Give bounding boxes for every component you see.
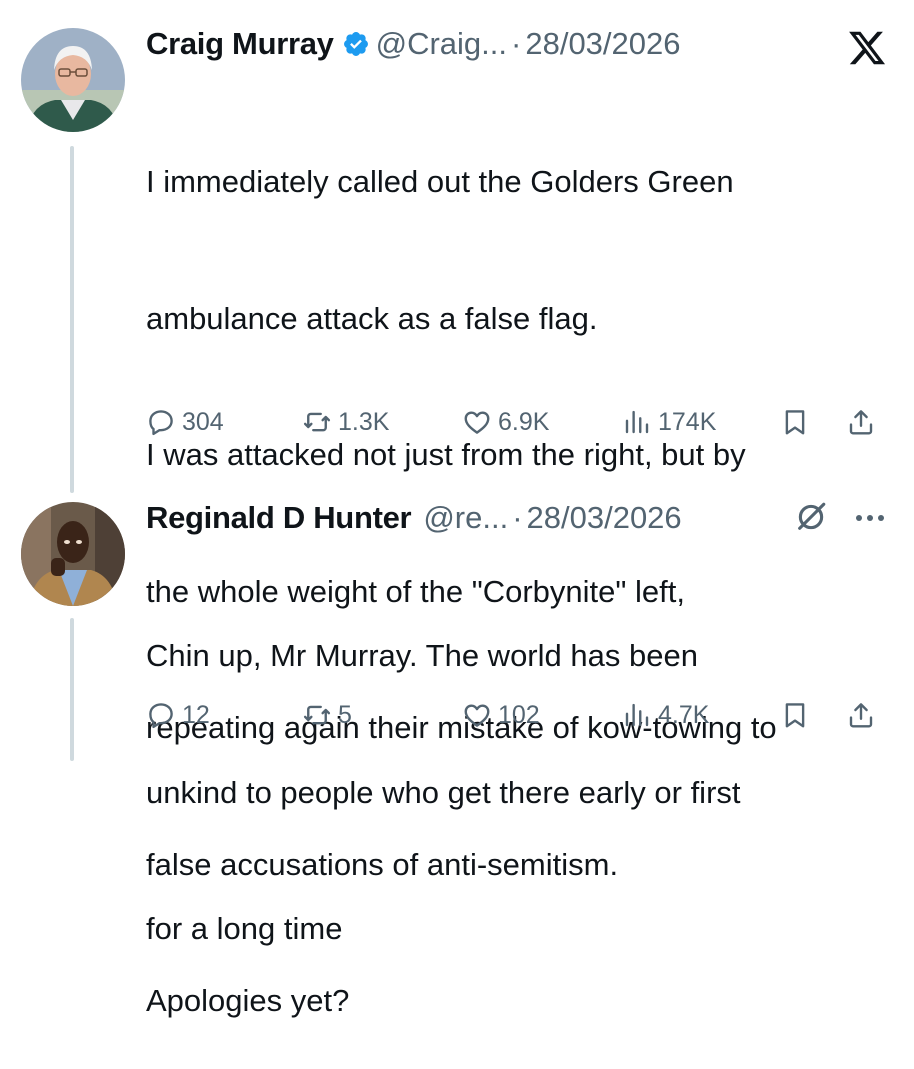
- verified-badge-icon: [343, 32, 368, 56]
- views-button[interactable]: 174K: [622, 402, 716, 442]
- tweet-date[interactable]: 28/03/2026: [525, 26, 680, 62]
- tweet-text-line: unkind to people who get there early or …: [146, 774, 741, 810]
- share-button[interactable]: [846, 695, 882, 735]
- repost-button[interactable]: 1.3K: [302, 402, 389, 442]
- thread-line-top: [70, 146, 74, 493]
- share-button[interactable]: [846, 402, 882, 442]
- reply-count: 304: [182, 407, 224, 436]
- tweet-text-line: Chin up, Mr Murray. The world has been: [146, 638, 698, 673]
- separator-dot: ·: [511, 26, 522, 61]
- grok-icon[interactable]: [794, 500, 828, 534]
- bookmark-icon: [785, 703, 805, 728]
- repost-count: 1.3K: [338, 407, 390, 436]
- views-icon: [625, 410, 649, 434]
- tweet-text-line: for a long time: [146, 911, 343, 946]
- more-icon[interactable]: [850, 505, 890, 531]
- views-count: 174K: [658, 407, 717, 436]
- reply-icon: [149, 703, 173, 729]
- like-count: 102: [498, 700, 540, 729]
- views-count: 4.7K: [658, 700, 710, 729]
- thread-line-bottom: [70, 618, 74, 761]
- avatar[interactable]: [21, 502, 125, 606]
- views-button[interactable]: 4.7K: [622, 695, 709, 735]
- share-icon: [849, 410, 873, 435]
- bookmark-button[interactable]: [780, 695, 816, 735]
- author-name[interactable]: Reginald D Hunter: [146, 500, 412, 536]
- tweet-text-line: ambulance attack as a false flag.: [146, 300, 598, 336]
- tweet-text-line: I immediately called out the Golders Gre…: [146, 164, 734, 199]
- separator-dot: ·: [512, 500, 523, 535]
- bookmark-icon: [785, 410, 805, 435]
- like-icon: [464, 411, 490, 434]
- author-name[interactable]: Craig Murray: [146, 26, 334, 62]
- author-handle[interactable]: @re...: [423, 500, 508, 536]
- avatar[interactable]: [21, 28, 125, 132]
- like-button[interactable]: 102: [462, 695, 540, 735]
- reply-icon: [149, 410, 173, 436]
- repost-button[interactable]: 5: [302, 695, 352, 735]
- repost-count: 5: [338, 700, 352, 729]
- repost-icon: [303, 705, 331, 725]
- bookmark-button[interactable]: [780, 402, 816, 442]
- x-logo-icon: [849, 31, 886, 65]
- reply-button[interactable]: 12: [146, 695, 210, 735]
- like-icon: [464, 704, 490, 727]
- tweet-date[interactable]: 28/03/2026: [527, 500, 682, 536]
- like-button[interactable]: 6.9K: [462, 402, 549, 442]
- action-bar: 12 5 102 4.7K: [146, 695, 896, 735]
- reply-button[interactable]: 304: [146, 402, 224, 442]
- action-bar: 304 1.3K 6.9K 174K: [146, 402, 896, 442]
- reply-count: 12: [182, 700, 210, 729]
- author-handle[interactable]: @Craig...: [376, 26, 507, 62]
- tweet-header: Reginald D Hunter @re... · 28/03/2026: [146, 498, 682, 538]
- like-count: 6.9K: [498, 407, 550, 436]
- tweet-header: Craig Murray @Craig... · 28/03/2026: [146, 24, 681, 64]
- tweet-body: Chin up, Mr Murray. The world has been u…: [146, 542, 886, 997]
- repost-icon: [303, 412, 331, 432]
- views-icon: [625, 703, 649, 727]
- share-icon: [849, 703, 873, 728]
